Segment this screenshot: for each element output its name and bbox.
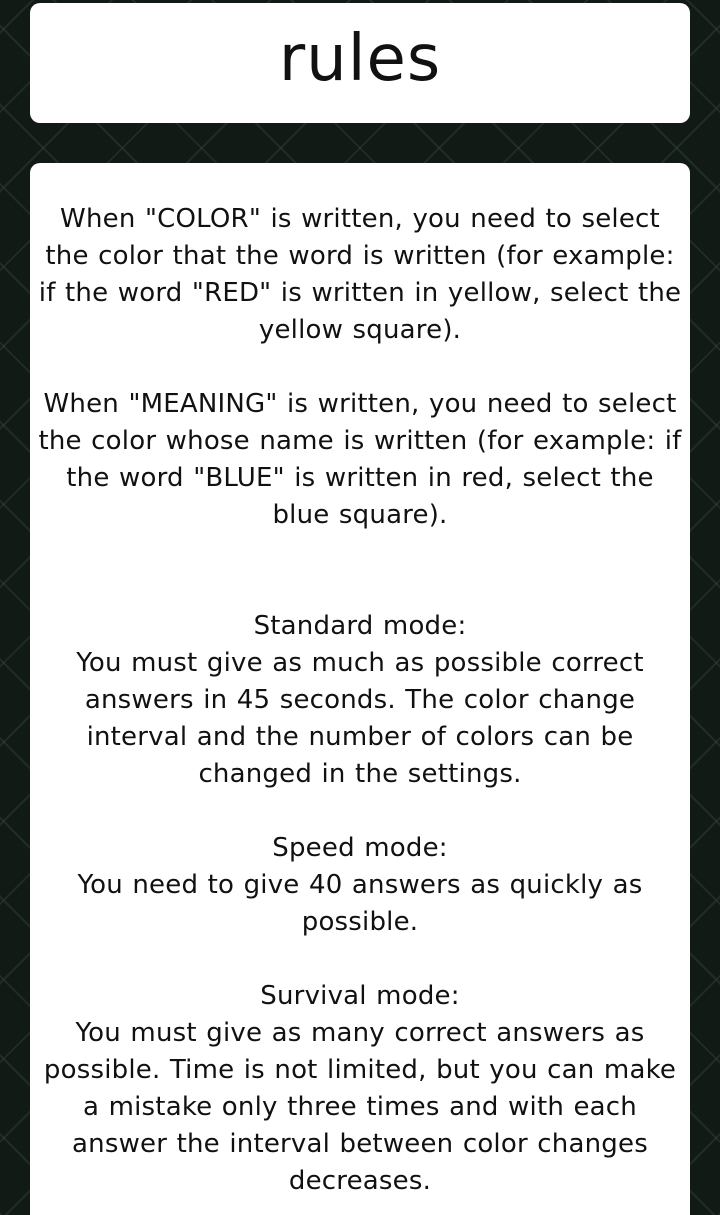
speed-mode-section: Speed mode: You need to give 40 answers … — [38, 830, 682, 941]
rules-card: When "COLOR" is written, you need to sel… — [30, 163, 690, 1215]
standard-mode-title: Standard mode: — [253, 611, 467, 641]
standard-mode-description: You must give as much as possible correc… — [76, 648, 644, 789]
standard-mode-section: Standard mode: You must give as much as … — [38, 608, 682, 793]
meaning-rule-text: When "MEANING" is written, you need to s… — [38, 389, 682, 530]
page-title: rules — [278, 22, 442, 96]
survival-mode-section: Survival mode: You must give as many cor… — [38, 978, 682, 1200]
speed-mode-title: Speed mode: — [272, 833, 448, 863]
color-rule-text: When "COLOR" is written, you need to sel… — [38, 204, 682, 345]
survival-mode-title: Survival mode: — [260, 981, 460, 1011]
speed-mode-description: You need to give 40 answers as quickly a… — [77, 870, 643, 937]
title-card: rules — [30, 3, 690, 123]
survival-mode-description: You must give as many correct answers as… — [43, 1018, 677, 1196]
